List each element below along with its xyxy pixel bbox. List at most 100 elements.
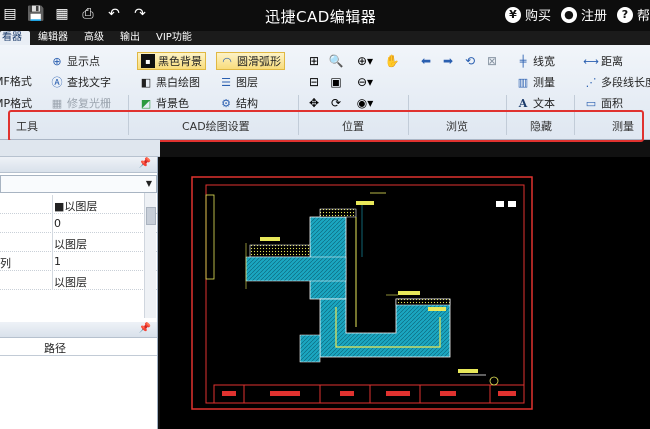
- property-row[interactable]: ■以图层: [0, 195, 157, 214]
- yen-icon: ¥: [504, 6, 521, 23]
- entity-select[interactable]: ▼: [0, 175, 157, 193]
- measure-button[interactable]: ▥ 测量: [516, 74, 555, 90]
- text-button[interactable]: A 文本: [516, 95, 555, 111]
- property-value: 1: [54, 255, 61, 268]
- find-text-button[interactable]: Ⓐ 查找文字: [50, 74, 112, 90]
- property-divider: [52, 271, 53, 290]
- register-button[interactable]: ● 注册: [560, 5, 607, 24]
- tab-vip[interactable]: VIP功能: [148, 31, 200, 45]
- line-width-button[interactable]: ╪ 线宽: [516, 53, 555, 69]
- tab-viewer[interactable]: 看器: [0, 31, 30, 45]
- mf-format-label: MF格式: [0, 75, 32, 88]
- raster-label: 修复光栅: [67, 97, 111, 110]
- open-icon[interactable]: ▤: [0, 4, 20, 24]
- layers-button[interactable]: ☰ 图层: [219, 74, 258, 90]
- background-color-icon: ◩: [140, 96, 152, 110]
- save-as-icon[interactable]: ▦: [52, 4, 72, 24]
- title-actions: ¥ 购买 ● 注册 ? 帮: [504, 5, 650, 24]
- layers-icon: ☰: [221, 75, 231, 89]
- properties-panel-header: 📌: [0, 157, 157, 173]
- redo-icon[interactable]: ↷: [130, 4, 150, 24]
- smooth-arc-icon: ◠: [222, 54, 232, 68]
- zoom-extents-icon[interactable]: ▣: [328, 74, 344, 90]
- show-points-button[interactable]: ⊕ 显示点: [50, 53, 100, 69]
- forward-arrow-icon[interactable]: ➡: [440, 53, 456, 69]
- structure-icon: ⚙: [221, 96, 231, 110]
- property-row[interactable]: 0: [0, 214, 157, 233]
- buy-button[interactable]: ¥ 购买: [504, 5, 551, 24]
- upper-slab-concrete: [245, 256, 347, 282]
- property-row[interactable]: 以图层: [0, 271, 157, 290]
- text-icon: A: [518, 96, 528, 110]
- show-points-label: 显示点: [67, 55, 100, 68]
- distance-label: 距离: [601, 55, 623, 68]
- raster-button[interactable]: ▦ 修复光栅: [50, 95, 111, 111]
- upper-slab: [249, 244, 311, 258]
- property-value: ■以图层: [54, 200, 98, 213]
- side-label-strip: [205, 194, 215, 280]
- register-label: 注册: [580, 9, 607, 24]
- ribbon-tabs: 看器 编辑器 高级 输出 VIP功能: [0, 31, 650, 45]
- title-block: [213, 384, 525, 404]
- zoom-window-icon[interactable]: ⊞: [306, 53, 322, 69]
- tab-advanced[interactable]: 高级: [76, 31, 112, 45]
- help-label: 帮: [636, 9, 650, 24]
- property-value: 以图层: [54, 238, 87, 251]
- distance-button[interactable]: ⟷ 距离: [583, 53, 623, 69]
- save-icon[interactable]: 💾: [26, 4, 46, 24]
- area-label: 面积: [601, 97, 623, 110]
- smooth-arc-button[interactable]: ◠ 圆滑弧形: [216, 52, 285, 70]
- move-icon[interactable]: ✥: [306, 95, 322, 111]
- bw-drawing-label: 黑白绘图: [156, 76, 200, 89]
- tab-editor[interactable]: 编辑器: [30, 31, 76, 45]
- back-arrow-icon[interactable]: ⬅: [418, 53, 434, 69]
- property-row[interactable]: 以图层: [0, 233, 157, 252]
- measure-icon: ▥: [517, 75, 529, 89]
- zoom-magnify-icon[interactable]: 🔍: [328, 53, 344, 69]
- print-icon[interactable]: ⎙: [78, 4, 98, 24]
- close-file-icon[interactable]: ⊠: [484, 53, 500, 69]
- scroll-thumb[interactable]: [146, 207, 156, 225]
- smooth-arc-label: 圆滑弧形: [237, 55, 281, 68]
- quick-access-toolbar: ▤ 💾 ▦ ⎙ ↶ ↷: [0, 4, 150, 24]
- rotate-icon[interactable]: ⟳: [328, 95, 344, 111]
- property-row[interactable]: 列 1: [0, 252, 157, 271]
- refresh-icon[interactable]: ⟲: [462, 53, 478, 69]
- pan-hand-icon[interactable]: ✋: [384, 53, 400, 69]
- help-button[interactable]: ? 帮: [616, 5, 650, 24]
- user-icon: ●: [560, 6, 577, 23]
- polyline-length-button[interactable]: ⋰ 多段线长度: [584, 74, 650, 90]
- files-panel: 📌 路径: [0, 322, 158, 429]
- zoom-out-icon[interactable]: ⊖▾: [352, 74, 378, 90]
- column-header-path[interactable]: 路径: [0, 338, 157, 356]
- view-options-icon[interactable]: ◉▾: [352, 95, 378, 111]
- files-panel-header: 📌: [0, 322, 157, 338]
- layers-label: 图层: [236, 76, 258, 89]
- polyline-length-label: 多段线长度: [601, 76, 650, 89]
- pin-icon[interactable]: 📌: [139, 158, 151, 169]
- black-background-button[interactable]: ▪ 黑色背景: [137, 52, 206, 70]
- cad-drawing: [191, 176, 533, 410]
- text-label: 文本: [533, 97, 555, 110]
- line-width-label: 线宽: [533, 55, 555, 68]
- structure-label: 结构: [236, 97, 258, 110]
- background-color-button[interactable]: ◩ 背景色: [139, 95, 189, 111]
- property-divider: [52, 252, 53, 271]
- property-divider: [52, 195, 53, 214]
- fit-page-icon[interactable]: ⊟: [306, 74, 322, 90]
- area-button[interactable]: ▭ 面积: [584, 95, 623, 111]
- help-icon: ?: [616, 6, 633, 23]
- tab-output[interactable]: 输出: [112, 31, 148, 45]
- find-text-label: 查找文字: [67, 76, 111, 89]
- drawing-canvas[interactable]: [160, 157, 650, 429]
- properties-panel: 📌 ▼ ■以图层 0 以图层 列 1 以图层: [0, 157, 158, 322]
- property-divider: [52, 214, 53, 233]
- properties-scrollbar[interactable]: [144, 193, 156, 318]
- undo-icon[interactable]: ↶: [104, 4, 124, 24]
- mp-format-button[interactable]: MP格式: [0, 95, 32, 111]
- bw-drawing-button[interactable]: ◧ 黑白绘图: [139, 74, 200, 90]
- mf-format-button[interactable]: MF格式: [0, 73, 32, 89]
- structure-button[interactable]: ⚙ 结构: [219, 95, 258, 111]
- zoom-in-icon[interactable]: ⊕▾: [352, 53, 378, 69]
- pin-icon[interactable]: 📌: [139, 323, 151, 334]
